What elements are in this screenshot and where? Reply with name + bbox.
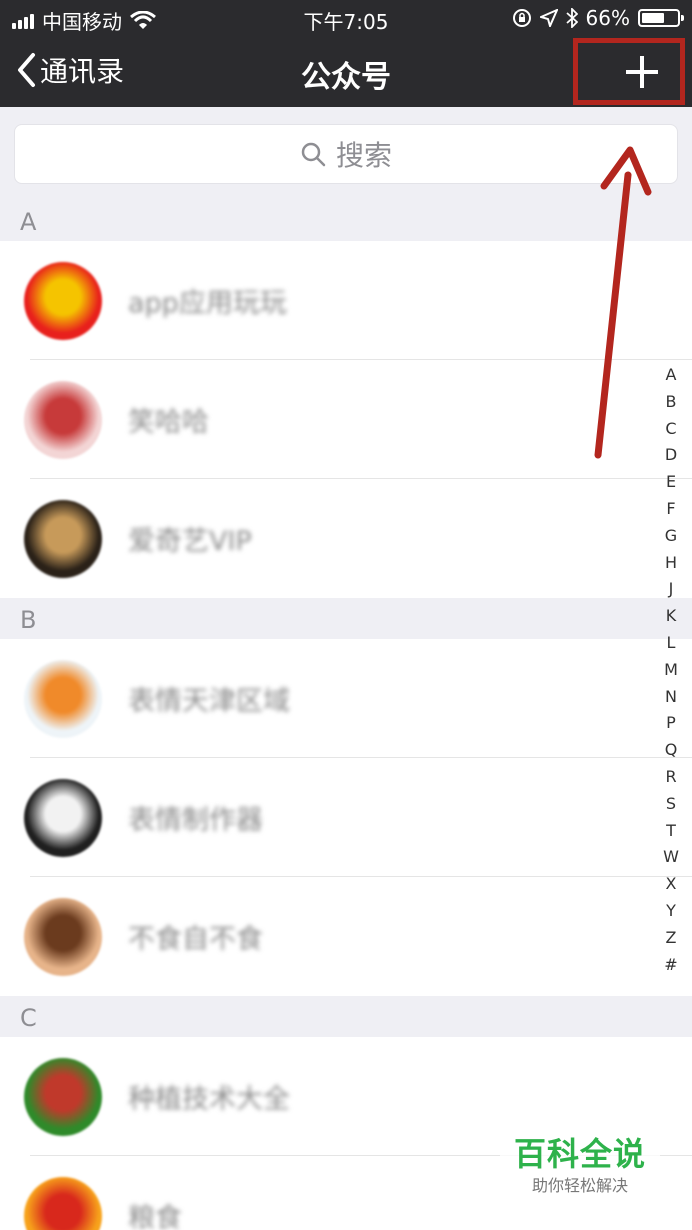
search-input[interactable]: 搜索	[14, 124, 678, 184]
bluetooth-icon	[565, 8, 578, 28]
search-icon	[301, 142, 326, 167]
index-letter[interactable]: M	[664, 657, 678, 684]
list-item[interactable]: 表情天津区域	[0, 639, 692, 758]
avatar	[24, 262, 102, 340]
alphabet-index[interactable]: A B C D E F G H J K L M N P Q R S T W X Y Z #	[660, 362, 682, 978]
index-letter[interactable]: R	[665, 764, 676, 791]
index-letter[interactable]: P	[666, 710, 676, 737]
avatar	[24, 1177, 102, 1230]
watermark-brand: 百科全说	[513, 1135, 646, 1173]
battery-icon	[638, 9, 684, 27]
battery-percent: 66%	[585, 6, 630, 30]
official-accounts-list: Aapp应用玩玩 笑哈哈爱奇艺VIP B 表情天津区域 表情制作器不食自不食 C 种植技术大…	[0, 200, 692, 1230]
account-name: 表情天津区域	[128, 686, 290, 717]
index-letter[interactable]: Z	[666, 925, 677, 952]
index-letter[interactable]: Q	[665, 737, 678, 764]
index-letter[interactable]: N	[665, 684, 677, 711]
avatar	[24, 660, 102, 738]
avatar	[24, 1058, 102, 1136]
orientation-lock-icon	[512, 9, 531, 27]
index-letter[interactable]: H	[665, 550, 677, 577]
index-letter[interactable]: D	[665, 442, 677, 469]
search-area: 搜索	[0, 107, 692, 200]
section-header: C	[0, 996, 692, 1037]
index-letter[interactable]: A	[666, 362, 677, 389]
list-item[interactable]: 表情制作器	[0, 758, 692, 877]
index-letter[interactable]: X	[666, 871, 677, 898]
index-letter[interactable]: G	[665, 523, 677, 550]
index-letter[interactable]: C	[665, 416, 676, 443]
status-right: 66%	[512, 6, 684, 30]
index-letter[interactable]: #	[664, 952, 677, 979]
list-item[interactable]: 笑哈哈	[0, 360, 692, 479]
index-letter[interactable]: S	[666, 791, 676, 818]
search-placeholder: 搜索	[335, 139, 392, 172]
account-name: 爱奇艺VIP	[128, 526, 252, 557]
account-name: 不食自不食	[128, 924, 263, 955]
avatar	[24, 500, 102, 578]
list-item[interactable]: app应用玩玩	[0, 241, 692, 360]
index-letter[interactable]: B	[666, 389, 677, 416]
account-name: 种植技术大全	[128, 1084, 290, 1115]
index-letter[interactable]: L	[667, 630, 676, 657]
section-header: A	[0, 200, 692, 241]
index-letter[interactable]: K	[666, 603, 677, 630]
index-letter[interactable]: W	[663, 844, 679, 871]
watermark: 百科全说 助你轻松解决	[500, 1132, 660, 1204]
account-name: 笑哈哈	[128, 407, 209, 438]
index-letter[interactable]: J	[669, 576, 674, 603]
list-item[interactable]: 爱奇艺VIP	[0, 479, 692, 598]
location-icon	[539, 9, 558, 27]
list-item[interactable]: 不食自不食	[0, 877, 692, 996]
status-bar: 中国移动 下午7:05 66%	[0, 0, 692, 36]
account-name: app应用玩玩	[128, 288, 287, 319]
avatar	[24, 779, 102, 857]
battery-fill	[642, 13, 664, 23]
index-letter[interactable]: F	[666, 496, 675, 523]
avatar	[24, 898, 102, 976]
index-letter[interactable]: Y	[666, 898, 676, 925]
index-letter[interactable]: E	[666, 469, 676, 496]
section-header: B	[0, 598, 692, 639]
watermark-slogan: 助你轻松解决	[531, 1176, 628, 1195]
account-name: 粮食	[128, 1203, 182, 1230]
avatar	[24, 381, 102, 459]
annotation-highlight-box	[573, 38, 685, 105]
account-name: 表情制作器	[128, 805, 263, 836]
index-letter[interactable]: T	[666, 818, 676, 845]
